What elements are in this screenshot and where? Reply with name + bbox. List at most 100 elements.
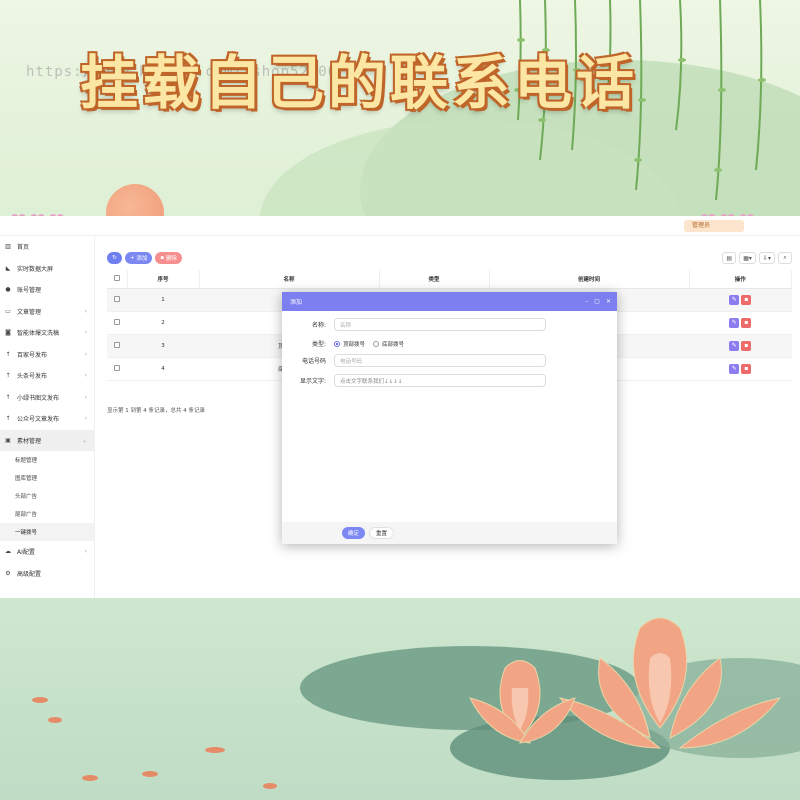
user-menu[interactable]: 管理员 xyxy=(684,220,744,232)
radio-label: 底部拨号 xyxy=(382,341,405,348)
type-row: 类型: 顶部拨号 底部拨号 xyxy=(282,339,412,348)
chart-icon: ▥ xyxy=(5,243,11,251)
close-icon[interactable]: ✕ xyxy=(606,298,611,305)
delete-icon[interactable]: ▪ xyxy=(741,317,752,328)
sidebar-subitem-header-ads[interactable]: 头部广告 xyxy=(0,487,94,505)
display-text-value: 点击文字联系我们↓↓↓↓ xyxy=(340,378,403,385)
sidebar-item-articles[interactable]: ▭ 文章管理 ‹ xyxy=(0,301,94,323)
display-text-input[interactable]: 点击文字联系我们↓↓↓↓ xyxy=(334,374,546,387)
delete-button-label: 删除 xyxy=(165,256,177,262)
delete-icon[interactable]: ▪ xyxy=(741,294,752,305)
toolbar: ↻ + 添加 ▪ 删除 xyxy=(107,252,182,264)
cloud-icon: ☁ xyxy=(5,548,11,556)
column-header-seq[interactable]: 序号 xyxy=(127,270,200,289)
column-header-name[interactable]: 名称 xyxy=(199,270,380,289)
export-button[interactable]: ⇩▾ xyxy=(758,252,775,264)
delete-icon[interactable]: ▪ xyxy=(741,340,752,351)
row-checkbox[interactable] xyxy=(107,288,127,312)
dialog-title: 添加 xyxy=(290,299,303,306)
chevron-left-icon: ‹ xyxy=(84,307,87,315)
type-radio-top[interactable]: 顶部拨号 xyxy=(334,340,365,348)
select-all-checkbox[interactable] xyxy=(107,270,128,289)
dialog-footer: 确定 重置 xyxy=(282,522,617,544)
robot-icon: ◙ xyxy=(5,329,11,337)
type-label: 类型: xyxy=(311,341,326,348)
edit-icon[interactable]: ✎ xyxy=(729,340,740,351)
cell-actions: ✎ ▪ xyxy=(689,357,792,381)
area-chart-icon: ◣ xyxy=(5,264,11,272)
sidebar-item-wechat[interactable]: ↑ 公众号文章发布 ‹ xyxy=(0,408,94,430)
sidebar-item-label: 智能体爆文洗稿 xyxy=(17,330,60,338)
sidebar: ▥ 首页 ◣ 实时数据大屏 ● 账号管理 ▭ 文章管理 ‹ ◙ 智能体爆文洗稿 … xyxy=(0,236,95,598)
display-text-label: 显示文字: xyxy=(299,378,326,385)
lotus-illustration xyxy=(32,617,800,789)
sidebar-subitem-label: 图库管理 xyxy=(15,476,38,482)
sidebar-item-dashboard[interactable]: ◣ 实时数据大屏 xyxy=(0,258,94,280)
sidebar-item-label: 公众号文章发布 xyxy=(17,416,60,424)
row-checkbox[interactable] xyxy=(107,334,127,358)
maximize-icon[interactable]: ▢ xyxy=(594,298,600,305)
chevron-left-icon: ‹ xyxy=(84,548,87,556)
sidebar-subitem-one-click-dial[interactable]: 一键拨号 xyxy=(0,523,94,541)
edit-icon[interactable]: ✎ xyxy=(729,317,740,328)
refresh-icon: ↻ xyxy=(112,255,117,261)
sidebar-item-label: 头条号发布 xyxy=(17,373,48,381)
cell-seq: 4 xyxy=(127,357,199,381)
upload-icon: ↑ xyxy=(5,393,11,401)
toggle-view-button[interactable]: ▤ xyxy=(722,252,737,264)
confirm-button[interactable]: 确定 xyxy=(342,527,366,539)
phone-input[interactable]: 电话号码 xyxy=(334,354,546,367)
sidebar-item-advanced[interactable]: ⚙ 高级配置 xyxy=(0,563,94,585)
edit-icon[interactable]: ✎ xyxy=(729,363,740,374)
sidebar-item-baijiahao[interactable]: ↑ 百家号发布 ‹ xyxy=(0,344,94,366)
row-checkbox[interactable] xyxy=(107,311,127,335)
sidebar-subitem-label: 标题管理 xyxy=(15,458,38,464)
column-header-actions: 操作 xyxy=(689,270,792,289)
dialog-controls: – ▢ ✕ xyxy=(585,292,611,311)
sidebar-subitem-titles[interactable]: 标题管理 xyxy=(0,451,94,469)
delete-button[interactable]: ▪ 删除 xyxy=(155,252,182,264)
sidebar-item-accounts[interactable]: ● 账号管理 xyxy=(0,279,94,301)
columns-button[interactable]: ▦▾ xyxy=(739,252,756,264)
table-tools: ▤ ▦▾ ⇩▾ ⌕ xyxy=(722,252,792,264)
folder-icon: ▭ xyxy=(5,307,11,315)
download-icon: ⇩▾ xyxy=(762,254,771,262)
phone-input-placeholder: 电话号码 xyxy=(340,358,363,365)
radio-selected-icon xyxy=(334,340,340,347)
sidebar-item-home[interactable]: ▥ 首页 xyxy=(0,236,94,258)
sidebar-item-label: 高级配置 xyxy=(17,570,42,578)
pagination-info: 显示第 1 到第 4 条记录，总共 4 条记录 xyxy=(107,408,205,414)
column-header-created[interactable]: 创建时间 xyxy=(489,270,690,289)
radio-label: 顶部拨号 xyxy=(343,341,366,348)
sidebar-item-label: 账号管理 xyxy=(17,287,42,295)
upload-icon: ↑ xyxy=(5,350,11,358)
confirm-button-label: 确定 xyxy=(348,531,360,537)
type-radio-bottom[interactable]: 底部拨号 xyxy=(373,340,404,348)
edit-icon[interactable]: ✎ xyxy=(729,294,740,305)
phone-label: 电话号码 xyxy=(301,358,326,365)
sidebar-item-ai-rewrite[interactable]: ◙ 智能体爆文洗稿 ‹ xyxy=(0,322,94,344)
sidebar-subitem-footer-ads[interactable]: 尾部广告 xyxy=(0,505,94,523)
chevron-left-icon: ‹ xyxy=(84,372,87,380)
cell-seq: 3 xyxy=(127,334,199,358)
sidebar-item-ai-config[interactable]: ☁ AI配置 ‹ xyxy=(0,541,94,563)
sidebar-item-materials[interactable]: ▣ 素材管理 ⌄ xyxy=(0,429,94,451)
add-button[interactable]: + 添加 xyxy=(125,252,153,264)
column-header-type[interactable]: 类型 xyxy=(379,270,490,289)
minimize-icon[interactable]: – xyxy=(585,298,588,305)
cell-actions: ✎ ▪ xyxy=(689,334,792,358)
list-icon: ▤ xyxy=(726,254,733,262)
row-checkbox[interactable] xyxy=(107,357,127,381)
reset-button[interactable]: 重置 xyxy=(369,527,395,539)
sidebar-item-toutiao[interactable]: ↑ 头条号发布 ‹ xyxy=(0,365,94,387)
sidebar-item-xiaolvshu[interactable]: ↑ 小绿书图文发布 ‹ xyxy=(0,387,94,409)
chevron-left-icon: ‹ xyxy=(84,415,87,423)
cell-actions: ✎ ▪ xyxy=(689,288,792,312)
search-button[interactable]: ⌕ xyxy=(778,252,792,264)
refresh-button[interactable]: ↻ xyxy=(107,252,122,264)
name-input[interactable]: 名称 xyxy=(334,318,546,331)
sidebar-subitem-gallery[interactable]: 图库管理 xyxy=(0,469,94,487)
name-row: 名称: 名称 xyxy=(282,318,546,331)
upload-icon: ↑ xyxy=(5,415,11,423)
delete-icon[interactable]: ▪ xyxy=(741,363,752,374)
